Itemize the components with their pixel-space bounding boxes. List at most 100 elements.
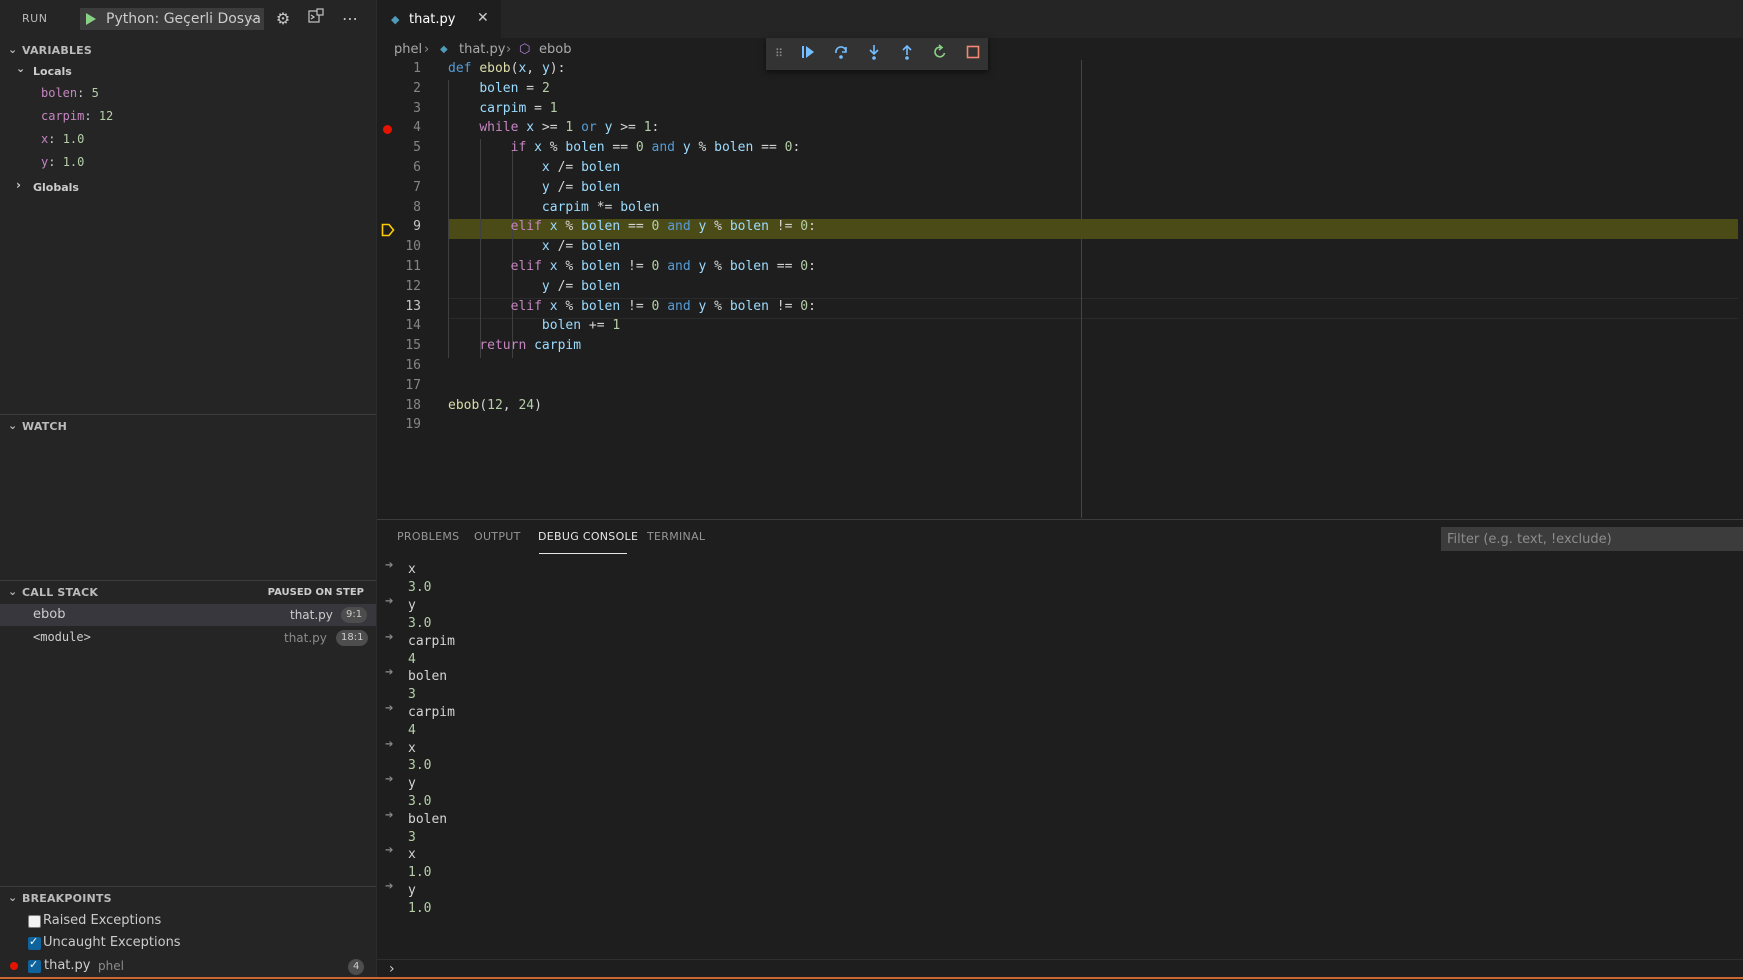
breakpoints-title: BREAKPOINTS — [22, 892, 112, 905]
line-number: 12 — [405, 278, 421, 294]
code-line-16: 16 — [377, 357, 1743, 377]
code-line-3: 3 carpim = 1 — [377, 100, 1743, 120]
line-number: 18 — [405, 397, 421, 413]
variable-row[interactable]: y: 1.0 — [41, 155, 84, 177]
breakpoint-dot-icon — [10, 962, 18, 970]
code-line-1: 1 def ebob(x, y): — [377, 60, 1743, 80]
run-title: RUN — [22, 12, 48, 25]
console-input-line: bolen — [408, 812, 448, 827]
console-input-line: x — [408, 847, 416, 862]
code-line-9: 9 elif x % bolen == 0 and y % bolen != 0… — [377, 218, 1743, 238]
checkbox[interactable] — [28, 915, 41, 928]
breakpoint-count-badge: 4 — [348, 959, 365, 975]
line-number: 13 — [405, 298, 421, 314]
line-number: 14 — [405, 318, 421, 334]
breakpoint-item-file[interactable]: that.py phel 4 — [0, 956, 376, 978]
globals-scope[interactable]: › Globals — [16, 178, 79, 200]
breakpoint-item-raised[interactable]: Raised Exceptions — [0, 911, 376, 933]
variable-value: 1.0 — [62, 132, 85, 146]
active-tab-indicator — [539, 553, 627, 554]
console-filter-input[interactable] — [1441, 527, 1743, 551]
checkbox[interactable] — [28, 935, 41, 950]
tab-output[interactable]: OUTPUT — [474, 530, 521, 543]
input-arrow-icon: ➔ — [385, 667, 394, 678]
code-line-15: 15 return carpim — [377, 337, 1743, 357]
tab-debug-console[interactable]: DEBUG CONSOLE — [538, 530, 638, 543]
launch-config-label: Python: Geçerli Dosya — [106, 11, 261, 27]
code-line-10: 10 x /= bolen — [377, 238, 1743, 258]
breadcrumb-file[interactable]: that.py — [459, 42, 505, 57]
frame-file: that.py — [284, 631, 327, 645]
variable-row[interactable]: bolen: 5 — [41, 86, 99, 108]
line-number: 9 — [413, 219, 421, 235]
tab-that-py[interactable]: ◆ that.py ✕ — [377, 0, 501, 39]
callstack-title: CALL STACK — [22, 586, 99, 599]
breakpoints-section-header[interactable]: ⌄ BREAKPOINTS — [0, 888, 376, 910]
breakpoint-item-uncaught[interactable]: Uncaught Exceptions — [0, 933, 376, 955]
gear-icon[interactable]: ⚙ — [272, 8, 294, 30]
console-output-line: 3 — [408, 830, 416, 845]
bottom-panel: PROBLEMS OUTPUT DEBUG CONSOLE TERMINAL ➔… — [377, 519, 1743, 980]
console-output-line: 3.0 — [408, 616, 432, 631]
breakpoint-label: Uncaught Exceptions — [43, 935, 181, 950]
chevron-right-icon: › — [16, 178, 21, 192]
code-line-5: 5 if x % bolen == 0 and y % bolen == 0: — [377, 139, 1743, 159]
variable-value: 1.0 — [62, 155, 85, 169]
watch-title: WATCH — [22, 420, 68, 433]
paused-status: PAUSED ON STEP — [267, 587, 364, 598]
input-arrow-icon: ➔ — [385, 560, 394, 571]
more-icon[interactable]: ⋯ — [339, 8, 361, 30]
input-arrow-icon: ➔ — [385, 703, 394, 714]
console-input-line: y — [408, 598, 416, 613]
locals-scope[interactable]: ⌄ Locals — [16, 62, 72, 84]
callstack-frame[interactable]: ebob that.py 9:1 — [0, 604, 376, 626]
input-arrow-icon: ➔ — [385, 739, 394, 750]
debug-console-icon[interactable] — [305, 8, 327, 30]
debug-console-output[interactable]: ➔ x 3.0 ➔ y 3.0 ➔ carpim 4 ➔ bolen 3 ➔ c… — [377, 556, 1743, 946]
console-output-line: 4 — [408, 723, 416, 738]
launch-config-select[interactable]: Python: Geçerli Dosya ⌵ — [80, 8, 264, 30]
chevron-down-icon: ⌄ — [8, 419, 18, 432]
frame-file: that.py — [290, 608, 333, 622]
python-file-icon: ◆ — [391, 13, 400, 26]
code-line-13: 13 elif x % bolen != 0 and y % bolen != … — [377, 298, 1743, 318]
input-arrow-icon: ➔ — [385, 810, 394, 821]
code-line-18: 18 ebob(12, 24) — [377, 397, 1743, 417]
line-number: 5 — [413, 140, 421, 156]
line-number: 15 — [405, 338, 421, 354]
console-output-line: 3.0 — [408, 758, 432, 773]
variables-title: VARIABLES — [22, 44, 92, 57]
close-icon[interactable]: ✕ — [477, 10, 489, 26]
play-icon[interactable] — [86, 13, 96, 25]
variable-row[interactable]: x: 1.0 — [41, 132, 84, 154]
run-toolbar: RUN Python: Geçerli Dosya ⌵ ⚙ ⋯ — [0, 0, 376, 38]
chevron-down-icon: ⌄ — [16, 62, 26, 75]
callstack-frame[interactable]: <module> that.py 18:1 — [0, 627, 376, 649]
variables-section-header[interactable]: ⌄ VARIABLES — [0, 40, 376, 62]
breadcrumb-folder[interactable]: phel — [394, 42, 422, 57]
tab-label: that.py — [409, 12, 456, 27]
input-arrow-icon: ➔ — [385, 596, 394, 607]
checkbox[interactable] — [28, 958, 41, 973]
editor-ruler — [1081, 60, 1082, 518]
code-line-17: 17 — [377, 377, 1743, 397]
watch-section-header[interactable]: ⌄ WATCH — [0, 416, 376, 438]
tab-terminal[interactable]: TERMINAL — [647, 530, 705, 543]
variable-row[interactable]: carpim: 12 — [41, 109, 113, 131]
code-editor[interactable]: 1 def ebob(x, y): 2 bolen = 2 3 carpim = … — [377, 60, 1743, 520]
frame-position-badge: 18:1 — [336, 630, 369, 646]
frame-name: <module> — [33, 630, 91, 644]
callstack-section-header[interactable]: ⌄ CALL STACK PAUSED ON STEP — [0, 582, 376, 604]
console-output-line: 1.0 — [408, 865, 432, 880]
line-number: 7 — [413, 179, 421, 195]
line-number: 16 — [405, 358, 421, 373]
line-number: 2 — [413, 80, 421, 96]
breadcrumb-symbol[interactable]: ebob — [539, 42, 571, 57]
console-input-line: x — [408, 741, 416, 756]
tab-problems[interactable]: PROBLEMS — [397, 530, 459, 543]
console-input-line: carpim — [408, 705, 455, 720]
chevron-down-icon: ⌄ — [8, 891, 18, 904]
line-number: 4 — [413, 120, 421, 136]
line-number: 19 — [405, 417, 421, 433]
console-filter-box — [1441, 527, 1743, 551]
